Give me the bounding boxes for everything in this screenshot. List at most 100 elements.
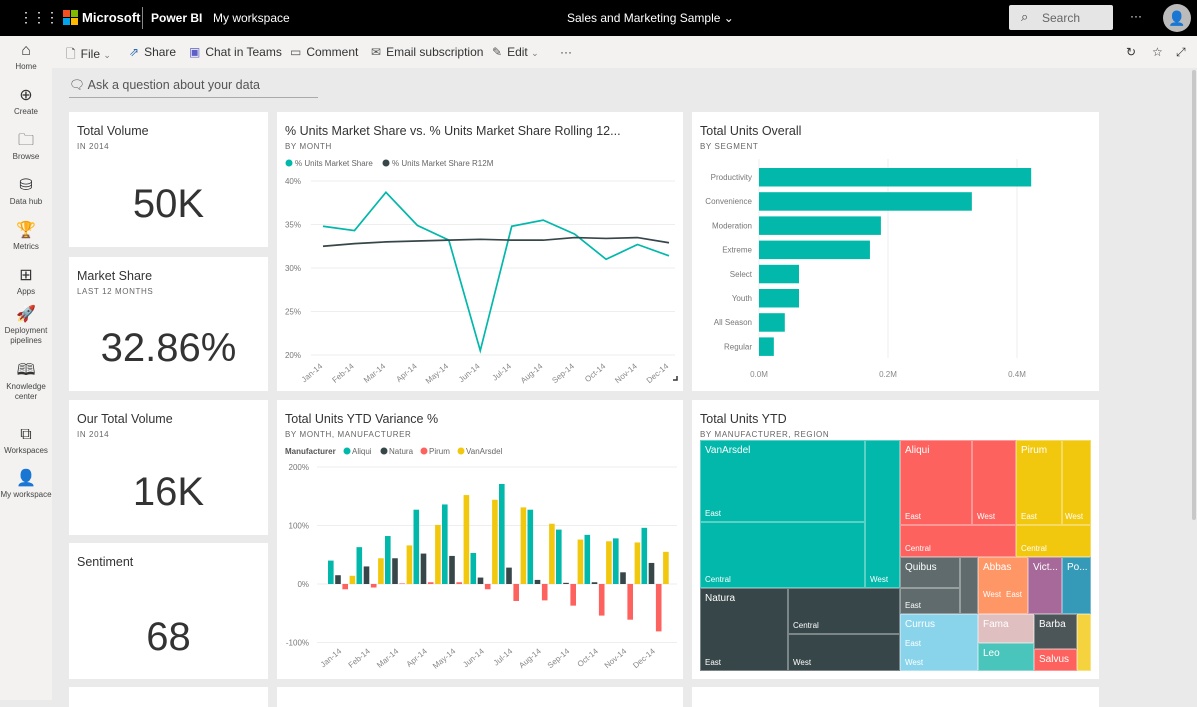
book-icon: 🕮: [16, 362, 36, 379]
legend-marker: [343, 447, 351, 455]
treemap-cell-abbas[interactable]: Abbas West East: [978, 557, 1028, 614]
treemap-label: East: [905, 601, 922, 610]
avatar[interactable]: 👤: [1163, 4, 1191, 32]
treemap-label: Vict...: [1033, 562, 1058, 573]
series-line--units-market-share-r12m: [322, 236, 670, 248]
fullscreen-icon[interactable]: ⤢: [1176, 45, 1186, 60]
card-sentiment[interactable]: Sentiment 68: [69, 543, 268, 679]
x-tick-label: Jun-14: [461, 646, 486, 669]
qa-placeholder: Ask a question about your data: [87, 78, 261, 92]
report-title-dropdown[interactable]: Sales and Marketing Sample ⌄: [567, 11, 734, 25]
treemap-cell-barba[interactable]: Barba: [1034, 614, 1077, 649]
treemap-cell-natura-west[interactable]: West: [788, 634, 900, 671]
file-menu[interactable]: 🗋 File ⌄: [66, 45, 111, 66]
comment-button[interactable]: ▭ Comment: [290, 45, 358, 59]
app-launcher-icon[interactable]: ⋮⋮⋮: [19, 9, 59, 26]
bar: [759, 192, 972, 211]
treemap-cell-aliqui-central[interactable]: Central: [900, 525, 1016, 557]
treemap-cell-leo[interactable]: Leo: [978, 643, 1034, 671]
share-button[interactable]: ⇗ Share: [129, 45, 176, 59]
card-our-total-volume[interactable]: Our Total Volume IN 2014 16K: [69, 400, 268, 535]
card-subtitle: IN 2014: [77, 142, 110, 151]
search-input[interactable]: ⌕ Search: [1009, 5, 1113, 30]
card-market-share[interactable]: Market Share LAST 12 MONTHS 32.86%: [69, 257, 268, 391]
sidebar-item-workspaces[interactable]: ⧉ Workspaces: [0, 426, 52, 456]
sidebar-item-knowledge-center[interactable]: 🕮 Knowledge center: [0, 362, 52, 402]
column-natura: [534, 579, 541, 584]
x-tick-label: Feb-14: [331, 361, 357, 385]
share-label: Share: [144, 45, 177, 59]
treemap-cell-other[interactable]: [1077, 614, 1091, 671]
tile[interactable]: [277, 687, 683, 707]
brand-name: Microsoft: [82, 10, 141, 25]
legend-label: Pirum: [429, 447, 450, 456]
treemap-cell-pirum-east[interactable]: Pirum East: [1016, 440, 1062, 525]
y-tick-label: -100%: [286, 639, 309, 648]
tile[interactable]: [692, 687, 1099, 707]
apps-icon: ⊞: [19, 267, 33, 284]
treemap-cell-po[interactable]: Po...: [1062, 557, 1091, 614]
column-aliqui: [499, 483, 505, 584]
treemap-cell-quibus[interactable]: Quibus: [900, 557, 960, 588]
treemap-cell-natura-central[interactable]: Central: [788, 588, 900, 634]
treemap-tile[interactable]: Total Units YTD BY MANUFACTURER, REGION …: [692, 400, 1099, 679]
column-vanarsdel: [663, 551, 669, 584]
treemap-cell-quibus-other[interactable]: [960, 557, 978, 614]
treemap-label: VanArsdel: [705, 445, 751, 456]
sidebar-item-create[interactable]: ⊕ Create: [0, 87, 52, 117]
sidebar-item-deployment-pipelines[interactable]: 🚀 Deployment pipelines: [0, 306, 52, 346]
legend-label: % Units Market Share R12M: [392, 159, 494, 168]
email-subscription-button[interactable]: ✉ Email subscription: [371, 45, 483, 59]
sidebar-item-apps[interactable]: ⊞ Apps: [0, 267, 52, 297]
treemap-cell-quibus-east[interactable]: East: [900, 588, 960, 614]
x-tick-label: Sep-14: [546, 646, 572, 670]
workspace-link[interactable]: My workspace: [213, 11, 290, 25]
sidebar-item-home[interactable]: ⌂ Home: [0, 42, 52, 72]
more-options-button[interactable]: ···: [1130, 9, 1142, 23]
treemap-cell-pirum-west[interactable]: West: [1062, 440, 1091, 525]
treemap-cell-natura-east[interactable]: Natura East: [700, 588, 788, 671]
column-pirum: [627, 584, 633, 620]
treemap-cell-vict[interactable]: Vict...: [1028, 557, 1062, 614]
tile[interactable]: [69, 687, 268, 707]
sidebar-item-data-hub[interactable]: ⛁ Data hub: [0, 177, 52, 207]
line-chart-tile[interactable]: % Units Market Share vs. % Units Market …: [277, 112, 683, 391]
sidebar-item-my-workspace[interactable]: 👤 My workspace: [0, 470, 52, 500]
sidebar-item-label: Browse: [12, 152, 40, 161]
favorite-star-icon[interactable]: ☆: [1152, 45, 1163, 59]
treemap-cell-vanarsdel-east[interactable]: VanArsdel East: [700, 440, 865, 522]
column-chart-tile[interactable]: Total Units YTD Variance % BY MONTH, MAN…: [277, 400, 683, 679]
scrollbar[interactable]: [1192, 70, 1196, 520]
sidebar-item-metrics[interactable]: 🏆 Metrics: [0, 222, 52, 252]
treemap-cell-aliqui-west[interactable]: West: [972, 440, 1016, 525]
qa-input[interactable]: 🗨 Ask a question about your data: [69, 78, 318, 98]
x-tick-label: 0.4M: [1008, 370, 1026, 379]
column-natura: [620, 572, 626, 584]
y-tick-label: 100%: [289, 522, 309, 531]
toolbar: 🗋 File ⌄ ⇗ Share ▣ Chat in Teams ▭ Comment ✉…: [52, 36, 1197, 68]
refresh-icon[interactable]: ↻: [1126, 45, 1136, 59]
sidebar-item-browse[interactable]: 🗀 Browse: [0, 132, 52, 162]
card-total-volume[interactable]: Total Volume IN 2014 50K: [69, 112, 268, 247]
x-tick-label: Nov-14: [603, 646, 629, 670]
comment-icon: ▭: [290, 45, 302, 59]
treemap-cell-aliqui-east[interactable]: Aliqui East: [900, 440, 972, 525]
treemap-label: Central: [793, 621, 819, 630]
sidebar-item-label: Create: [13, 107, 38, 116]
chat-in-teams-button[interactable]: ▣ Chat in Teams: [189, 45, 282, 59]
bar-chart-tile[interactable]: Total Units Overall BY SEGMENT 0.0M 0.2M 0…: [692, 112, 1099, 391]
x-tick-label: Aug-14: [517, 646, 543, 670]
y-tick-label: 200%: [289, 463, 309, 472]
card-subtitle: IN 2014: [77, 430, 110, 439]
more-actions-button[interactable]: ···: [560, 45, 572, 59]
treemap-cell-currus[interactable]: Currus East West: [900, 614, 978, 671]
x-tick-label: Jan-14: [319, 646, 344, 669]
column-aliqui: [385, 536, 391, 584]
treemap-cell-vanarsdel-west[interactable]: West: [865, 440, 900, 588]
treemap-cell-salvus[interactable]: Salvus: [1034, 649, 1077, 671]
treemap-cell-pirum-central[interactable]: Central: [1016, 525, 1091, 557]
product-name[interactable]: Power BI: [151, 11, 202, 25]
treemap-cell-vanarsdel-central[interactable]: Central: [700, 522, 865, 588]
edit-menu[interactable]: ✎ Edit ⌄: [492, 45, 539, 59]
treemap-cell-fama[interactable]: Fama: [978, 614, 1034, 643]
